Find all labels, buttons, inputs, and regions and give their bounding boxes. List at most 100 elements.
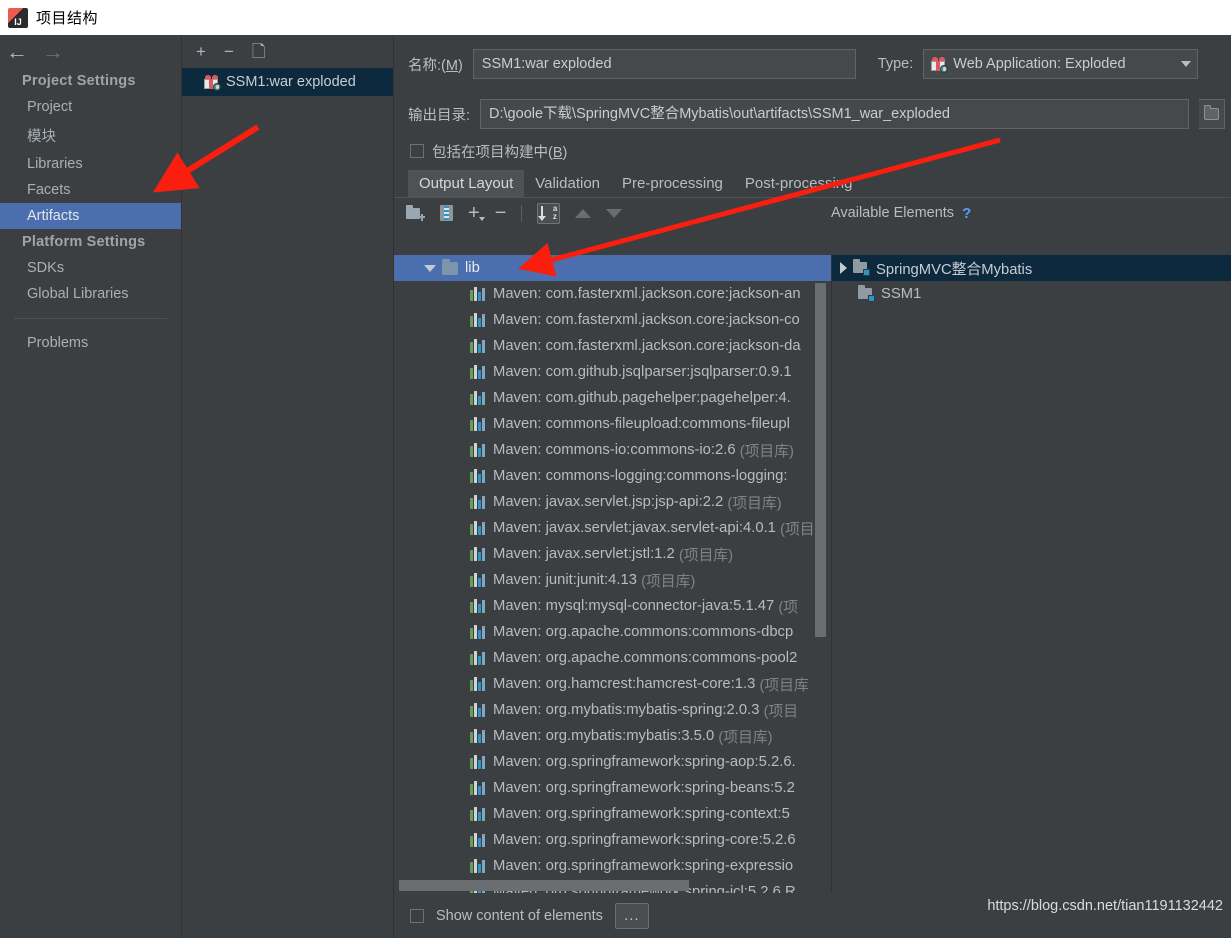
library-bars-icon <box>470 443 485 457</box>
tree-row-scope: (项目 <box>775 521 815 538</box>
triangle-up-icon[interactable] <box>575 208 592 218</box>
artifact-list-item[interactable]: SSM1:war exploded <box>182 68 393 96</box>
chevron-down-icon <box>1181 61 1192 67</box>
tree-row-library[interactable]: Maven: com.fasterxml.jackson.core:jackso… <box>394 281 831 307</box>
question-help-icon[interactable]: ? <box>962 205 971 222</box>
sidebar-item-artifacts[interactable]: Artifacts <box>0 203 181 229</box>
sidebar-item-global-libraries[interactable]: Global Libraries <box>0 281 181 307</box>
sidebar-item-modules[interactable]: 模块 <box>0 120 181 151</box>
tree-row-library[interactable]: Maven: commons-io:commons-io:2.6 (项目库) <box>394 437 831 463</box>
tree-row-label: Maven: commons-fileupload:commons-fileup… <box>493 416 790 432</box>
output-directory-input[interactable]: D:\goole下载\SpringMVC整合Mybatis\out\artifa… <box>480 99 1189 129</box>
tab-post-processing[interactable]: Post-processing <box>734 170 864 197</box>
add-artifact-button[interactable]: + <box>196 43 206 60</box>
artifact-detail-panel: 名称:(M) SSM1:war exploded Type: Web Appli… <box>394 35 1231 938</box>
chevron-down-icon[interactable] <box>424 264 436 272</box>
tree-row-label: Maven: org.springframework:spring-core:5… <box>493 832 796 848</box>
tree-row-label: Maven: org.hamcrest:hamcrest-core:1.3 <box>493 676 756 692</box>
library-bars-icon <box>470 703 485 717</box>
tree-row-library[interactable]: Maven: com.fasterxml.jackson.core:jackso… <box>394 333 831 359</box>
library-bars-icon <box>470 365 485 379</box>
sidebar-divider <box>14 318 167 319</box>
tree-row-label: lib <box>465 260 480 276</box>
arrow-right-icon[interactable]: → <box>42 40 64 63</box>
library-bars-icon <box>470 521 485 535</box>
sidebar-item-problems[interactable]: Problems <box>0 330 181 356</box>
tree-row-library[interactable]: Maven: org.springframework:spring-core:5… <box>394 827 831 853</box>
sidebar-group-platform-settings: Platform Settings <box>22 234 146 250</box>
tree-row-library[interactable]: Maven: com.github.pagehelper:pagehelper:… <box>394 385 831 411</box>
tree-row-lib-root[interactable]: lib <box>394 255 831 281</box>
library-bars-icon <box>470 599 485 613</box>
tree-row-library[interactable]: Maven: com.github.jsqlparser:jsqlparser:… <box>394 359 831 385</box>
available-tree-row-ssm1[interactable]: SSM1 <box>832 281 1231 307</box>
tree-row-library[interactable]: Maven: commons-logging:commons-logging: <box>394 463 831 489</box>
tree-row-library[interactable]: Maven: org.springframework:spring-beans:… <box>394 775 831 801</box>
include-in-build-label: 包括在项目构建中(B) <box>432 144 568 161</box>
library-bars-icon <box>470 677 485 691</box>
tree-row-label: Maven: com.fasterxml.jackson.core:jackso… <box>493 338 801 354</box>
tab-validation[interactable]: Validation <box>524 170 611 197</box>
sidebar-item-libraries[interactable]: Libraries <box>0 151 181 177</box>
artifact-name-input[interactable]: SSM1:war exploded <box>472 49 856 79</box>
tree-row-library[interactable]: Maven: commons-fileupload:commons-fileup… <box>394 411 831 437</box>
available-tree-row-springmvc[interactable]: SpringMVC整合Mybatis <box>832 255 1231 281</box>
module-icon <box>853 259 870 276</box>
remove-element-button[interactable]: − <box>495 203 507 223</box>
library-bars-icon <box>470 833 485 847</box>
tree-row-library[interactable]: Maven: mysql:mysql-connector-java:5.1.47… <box>394 593 831 619</box>
archive-jar-icon[interactable] <box>440 205 453 221</box>
tree-row-library[interactable]: Maven: org.hamcrest:hamcrest-core:1.3 (项… <box>394 671 831 697</box>
sidebar-item-facets[interactable]: Facets <box>0 177 181 203</box>
more-options-button[interactable]: ... <box>614 902 649 929</box>
folder-icon <box>442 258 458 275</box>
tree-row-library[interactable]: Maven: org.springframework:spring-contex… <box>394 801 831 827</box>
tree-row-library[interactable]: Maven: junit:junit:4.13 (项目库) <box>394 567 831 593</box>
artifact-name-row: 名称:(M) SSM1:war exploded Type: Web Appli… <box>394 35 1231 87</box>
watermark-text: https://blog.csdn.net/tian1191132442 <box>987 898 1223 914</box>
tree-row-library[interactable]: Maven: org.apache.commons:commons-dbcp <box>394 619 831 645</box>
horizontal-scrollbar[interactable] <box>399 880 689 891</box>
output-directory-row: 输出目录: D:\goole下载\SpringMVC整合Mybatis\out\… <box>394 87 1231 137</box>
library-bars-icon <box>470 339 485 353</box>
tree-row-library[interactable]: Maven: org.mybatis:mybatis-spring:2.0.3 … <box>394 697 831 723</box>
available-elements-tree[interactable]: SpringMVC整合Mybatis SSM1 <box>831 255 1231 893</box>
tree-row-library[interactable]: Maven: org.springframework:spring-aop:5.… <box>394 749 831 775</box>
tree-row-library[interactable]: Maven: javax.servlet.jsp:jsp-api:2.2 (项目… <box>394 489 831 515</box>
remove-artifact-button[interactable]: − <box>224 43 234 60</box>
module-icon <box>858 285 875 302</box>
tree-row-library[interactable]: Maven: javax.servlet:javax.servlet-api:4… <box>394 515 831 541</box>
folder-add-icon[interactable] <box>406 205 425 221</box>
vertical-scrollbar[interactable] <box>815 283 826 637</box>
tree-row-library[interactable]: Maven: org.mybatis:mybatis:3.5.0 (项目库) <box>394 723 831 749</box>
available-elements-header: Available Elements ? <box>831 205 971 222</box>
tree-row-label: Maven: com.github.pagehelper:pagehelper:… <box>493 390 791 406</box>
artifacts-list-panel: + − 🗋 SSM1:war exploded <box>182 35 394 938</box>
output-layout-toolbar: + − az Available Elements ? <box>394 198 1231 228</box>
toolbar-separator <box>521 204 523 222</box>
sort-alpha-icon[interactable]: az <box>537 202 561 224</box>
add-element-button[interactable]: + <box>468 203 485 223</box>
output-layout-tree[interactable]: lib Maven: com.fasterxml.jackson.core:ja… <box>394 255 831 893</box>
tab-output-layout[interactable]: Output Layout <box>408 170 525 197</box>
tree-row-library[interactable]: Maven: javax.servlet:jstl:1.2 (项目库) <box>394 541 831 567</box>
include-in-build-checkbox[interactable] <box>410 144 424 158</box>
available-elements-label: Available Elements <box>831 205 955 221</box>
triangle-down-icon[interactable] <box>606 208 623 218</box>
tree-row-library[interactable]: Maven: org.springframework:spring-expres… <box>394 853 831 879</box>
artifacts-toolbar: + − 🗋 <box>182 35 393 68</box>
artifact-type-dropdown[interactable]: Web Application: Exploded <box>923 49 1199 79</box>
tree-row-scope: (项目 <box>759 703 799 720</box>
chevron-right-icon[interactable] <box>840 262 847 274</box>
sidebar-item-sdks[interactable]: SDKs <box>0 255 181 281</box>
copy-artifact-button[interactable]: 🗋 <box>252 43 266 60</box>
tree-row-library[interactable]: Maven: org.apache.commons:commons-pool2 <box>394 645 831 671</box>
output-directory-browse-button[interactable] <box>1199 99 1225 129</box>
sidebar-item-project[interactable]: Project <box>0 94 181 120</box>
tree-row-library[interactable]: Maven: com.fasterxml.jackson.core:jackso… <box>394 307 831 333</box>
library-bars-icon <box>470 807 485 821</box>
tab-pre-processing[interactable]: Pre-processing <box>611 170 734 197</box>
arrow-left-icon[interactable]: ← <box>6 40 28 63</box>
tree-row-label: Maven: org.springframework:spring-contex… <box>493 806 790 822</box>
show-content-of-elements-checkbox[interactable] <box>410 908 424 923</box>
